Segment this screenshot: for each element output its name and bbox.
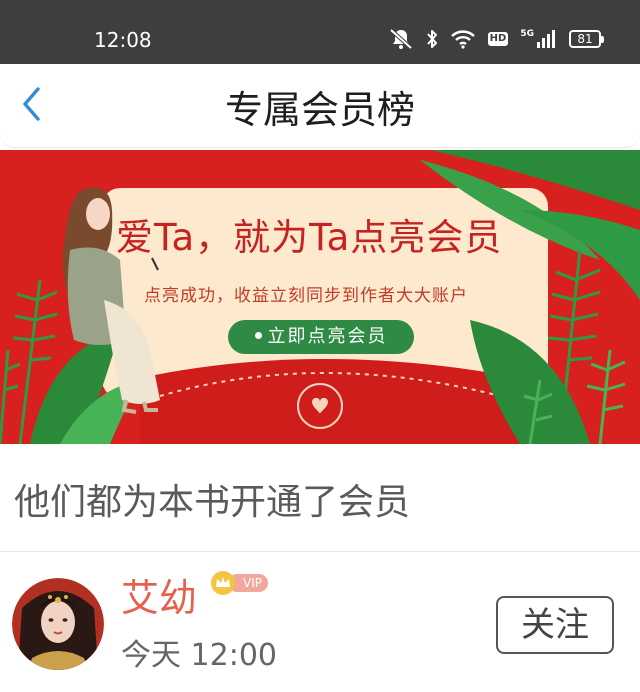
vip-badge: VIP bbox=[210, 570, 270, 596]
network-type-label: 5G bbox=[520, 29, 534, 39]
bluetooth-icon bbox=[426, 29, 438, 49]
battery-icon: 81 bbox=[569, 30, 604, 48]
promo-banner[interactable]: 爱Ta，就为Ta点亮会员 点亮成功，收益立刻同步到作者大大账户 立即点亮会员 bbox=[0, 150, 640, 444]
avatar[interactable] bbox=[12, 578, 104, 670]
cta-label: 立即点亮会员 bbox=[267, 326, 388, 347]
crown-icon bbox=[211, 571, 235, 595]
wifi-icon bbox=[450, 29, 476, 49]
section-title: 他们都为本书开通了会员 bbox=[14, 482, 411, 523]
mute-bell-icon bbox=[388, 28, 414, 50]
hd-icon: HD bbox=[487, 32, 509, 46]
follow-button[interactable]: 关注 bbox=[496, 596, 614, 654]
member-list-item[interactable]: 艾幼 VIP 今天 12:00 关注 bbox=[0, 552, 640, 692]
status-bar: 12:08 HD 5G 81 bbox=[0, 0, 640, 64]
nav-bar: 专属会员榜 bbox=[0, 64, 640, 148]
signal-icon: 5G bbox=[520, 30, 557, 48]
member-time: 今天 12:00 bbox=[121, 638, 277, 673]
status-time: 12:08 bbox=[94, 28, 152, 52]
battery-level: 81 bbox=[569, 30, 601, 48]
banner-headline: 爱Ta，就为Ta点亮会员 bbox=[116, 216, 503, 259]
member-name[interactable]: 艾幼 bbox=[121, 574, 197, 622]
light-up-membership-button[interactable]: 立即点亮会员 bbox=[228, 320, 414, 354]
status-icons: HD 5G 81 bbox=[388, 28, 604, 50]
banner-subtitle: 点亮成功，收益立刻同步到作者大大账户 bbox=[144, 286, 468, 306]
page-title: 专属会员榜 bbox=[224, 88, 415, 132]
bullet-dot-icon bbox=[254, 332, 262, 339]
